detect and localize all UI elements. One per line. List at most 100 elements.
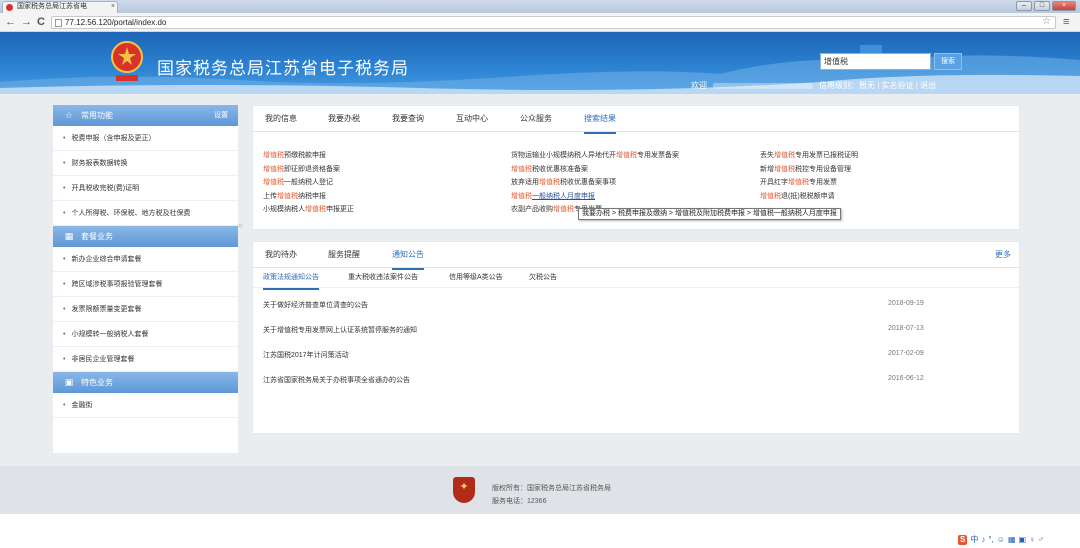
separator: | — [877, 81, 880, 90]
notice-subtabs: 政策法规通知公告 重大税收违法案件公告 信用等级A类公告 欠税公告 — [253, 268, 1019, 290]
sidebar-section-common[interactable]: ☆ 常用功能 设置 — [53, 105, 238, 126]
result-keyword-highlight: 增值税 — [305, 206, 326, 213]
subtab-tax-arrears[interactable]: 欠税公告 — [529, 268, 557, 288]
subtab-violation[interactable]: 重大税收违法案件公告 — [348, 268, 418, 288]
result-keyword-highlight: 增值税 — [760, 192, 781, 200]
ime-voice-icon[interactable]: ♪ — [981, 535, 985, 545]
minimize-button[interactable]: – — [1016, 1, 1032, 11]
notice-row[interactable]: 关于做好经济普查单位清查的公告 2018-09-19 — [263, 300, 933, 310]
result-keyword-highlight: 增值税 — [277, 192, 298, 200]
notice-row[interactable]: 江苏省国家税务局关于办税事项全省通办的公告 2016-06-12 — [263, 375, 933, 385]
result-prefix: 丢失 — [760, 152, 774, 159]
sidebar-section-package[interactable]: ▦ 套餐业务 — [53, 226, 238, 247]
search-result-link[interactable]: 小规模纳税人增值税申报更正 — [263, 205, 354, 214]
logout-link[interactable]: 退出 — [920, 81, 936, 90]
tab-search-results[interactable]: 搜索结果 — [584, 106, 616, 134]
credit-level: 信用级别：暂无 — [819, 81, 875, 90]
back-button[interactable]: ← — [5, 16, 16, 28]
browser-tab[interactable]: 国家税务总局江苏省电 × — [2, 1, 118, 13]
ime-skin-icon[interactable]: ▣ — [1019, 535, 1027, 545]
url-input[interactable]: 77.12.56.120/portal/index.do — [51, 16, 1056, 29]
section-title: 常用功能 — [81, 111, 113, 120]
verify-link[interactable]: 实名验证 — [882, 81, 914, 90]
search-result-link[interactable]: 增值税一般纳税人月度申报 — [511, 192, 595, 201]
notice-row[interactable]: 江苏国税2017年计问策活动 2017-02-09 — [263, 350, 933, 360]
bookmark-star-icon[interactable]: ☆ — [1042, 16, 1051, 28]
tab-notices[interactable]: 通知公告 — [392, 242, 424, 270]
sidebar-item[interactable]: 小规模转一般纳税人套餐 — [53, 322, 238, 347]
tab-tax-handling[interactable]: 我要办税 — [328, 106, 360, 132]
search-result-link[interactable]: 丢失增值税专用发票已报税证明 — [760, 151, 858, 160]
ime-user-icon[interactable]: ♀ — [1029, 535, 1035, 545]
ime-emoji-icon[interactable]: ☺ — [997, 535, 1005, 545]
result-prefix: 农副产品收购 — [511, 206, 553, 213]
tab-my-info[interactable]: 我的信息 — [265, 106, 297, 132]
site-title: 国家税务总局江苏省电子税务局 — [157, 59, 409, 78]
result-keyword-highlight: 增值税 — [774, 152, 795, 159]
tab-title: 国家税务总局江苏省电 — [17, 3, 87, 10]
sidebar-item[interactable]: 开具税收完税(费)证明 — [53, 176, 238, 201]
tab-query[interactable]: 我要查询 — [392, 106, 424, 132]
subtab-policy[interactable]: 政策法规通知公告 — [263, 268, 319, 290]
result-suffix: 专用发票备案 — [637, 152, 679, 159]
notice-row[interactable]: 关于增值税专用发票网上认证系统暂停服务的通知 2018-07-13 — [263, 325, 933, 335]
result-suffix: 申报更正 — [326, 206, 354, 213]
sidebar-item[interactable]: 财务报表数据转换 — [53, 151, 238, 176]
browser-menu-icon[interactable]: ≡ — [1063, 16, 1069, 28]
search-result-link[interactable]: 放弃适用增值税税收优惠备案事项 — [511, 178, 616, 187]
notice-title: 关于做好经济普查单位清查的公告 — [263, 302, 368, 309]
browser-tab-strip: 国家税务总局江苏省电 × – □ × — [0, 0, 1080, 13]
sidebar-item[interactable]: 税费申报（含申报及更正） — [53, 126, 238, 151]
search-result-link[interactable]: 增值税税收优惠核准备案 — [511, 165, 588, 174]
notice-date: 2018-09-19 — [888, 300, 924, 307]
notice-panel: 我的待办 服务提醒 通知公告 更多 政策法规通知公告 重大税收违法案件公告 信用… — [252, 241, 1020, 434]
ime-keyboard-icon[interactable]: ▦ — [1008, 535, 1016, 545]
search-result-link[interactable]: 开具红字增值税专用发票 — [760, 178, 837, 187]
sidebar-item[interactable]: 新办企业综合申请套餐 — [53, 247, 238, 272]
sogou-ime-icon[interactable]: S — [958, 535, 968, 545]
notice-title: 江苏省国家税务局关于办税事项全省通办的公告 — [263, 377, 410, 384]
ime-tools-icon[interactable]: ♂ — [1038, 535, 1044, 545]
more-link[interactable]: 更多 — [995, 242, 1011, 268]
search-result-link[interactable]: 增值税预缴税款申报 — [263, 151, 326, 160]
maximize-button[interactable]: □ — [1034, 1, 1050, 11]
search-result-link[interactable]: 上传增值税纳税申报 — [263, 192, 326, 201]
collapse-sidebar-icon[interactable]: « — [238, 220, 243, 230]
ime-mode-icon[interactable]: 中 — [970, 535, 978, 545]
tab-service-reminder[interactable]: 服务提醒 — [328, 242, 360, 268]
search-result-link[interactable]: 增值税即征即退资格备案 — [263, 165, 340, 174]
search-result-link[interactable]: 增值税一般纳税人登记 — [263, 178, 333, 187]
grid-icon: ▣ — [64, 377, 74, 387]
result-keyword-highlight: 增值税 — [263, 165, 284, 173]
reload-button[interactable]: C — [37, 16, 45, 28]
search-result-link[interactable]: 增值税退(抵)税税额申请 — [760, 192, 835, 201]
search-result-link[interactable]: 新增增值税税控专用设备管理 — [760, 165, 851, 174]
sidebar-item[interactable]: 非居民企业管理套餐 — [53, 347, 238, 372]
notice-date: 2017-02-09 — [888, 350, 924, 357]
sidebar-item[interactable]: 金融街 — [53, 393, 238, 418]
search-result-link[interactable]: 货物运输业小规模纳税人异地代开增值税专用发票备案 — [511, 151, 679, 160]
footer-copyright: 版权所有：国家税务总局江苏省税务局 — [492, 485, 611, 492]
sidebar-item[interactable]: 发票限额票量变更套餐 — [53, 297, 238, 322]
settings-link[interactable]: 设置 — [214, 105, 228, 126]
ime-punct-icon[interactable]: °, — [988, 535, 993, 545]
result-keyword-highlight: 增值税 — [616, 152, 637, 159]
forward-button[interactable]: → — [21, 16, 32, 28]
result-keyword-highlight: 增值税 — [788, 179, 809, 186]
result-suffix: 税收优惠备案事项 — [560, 179, 616, 186]
window-controls: – □ × — [1016, 1, 1076, 12]
sidebar-item[interactable]: 个人所得税、环保税、地方税及社保费 — [53, 201, 238, 226]
search-input[interactable]: 增值税 — [820, 53, 931, 70]
tab-close-icon[interactable]: × — [111, 2, 115, 12]
result-suffix: 专用发票 — [809, 179, 837, 186]
sidebar-section-special[interactable]: ▣ 特色业务 — [53, 372, 238, 393]
tab-todo[interactable]: 我的待办 — [265, 242, 297, 268]
search-button[interactable]: 搜索 — [934, 53, 962, 70]
sidebar-item[interactable]: 跨区域涉税事项报验管理套餐 — [53, 272, 238, 297]
close-window-button[interactable]: × — [1052, 1, 1076, 11]
subtab-credit-a[interactable]: 信用等级A类公告 — [449, 268, 503, 288]
result-keyword-highlight: 增值税 — [263, 179, 284, 186]
result-keyword-highlight: 增值税 — [511, 192, 532, 200]
tab-interaction[interactable]: 互动中心 — [456, 106, 488, 132]
tab-public-service[interactable]: 公众服务 — [520, 106, 552, 132]
